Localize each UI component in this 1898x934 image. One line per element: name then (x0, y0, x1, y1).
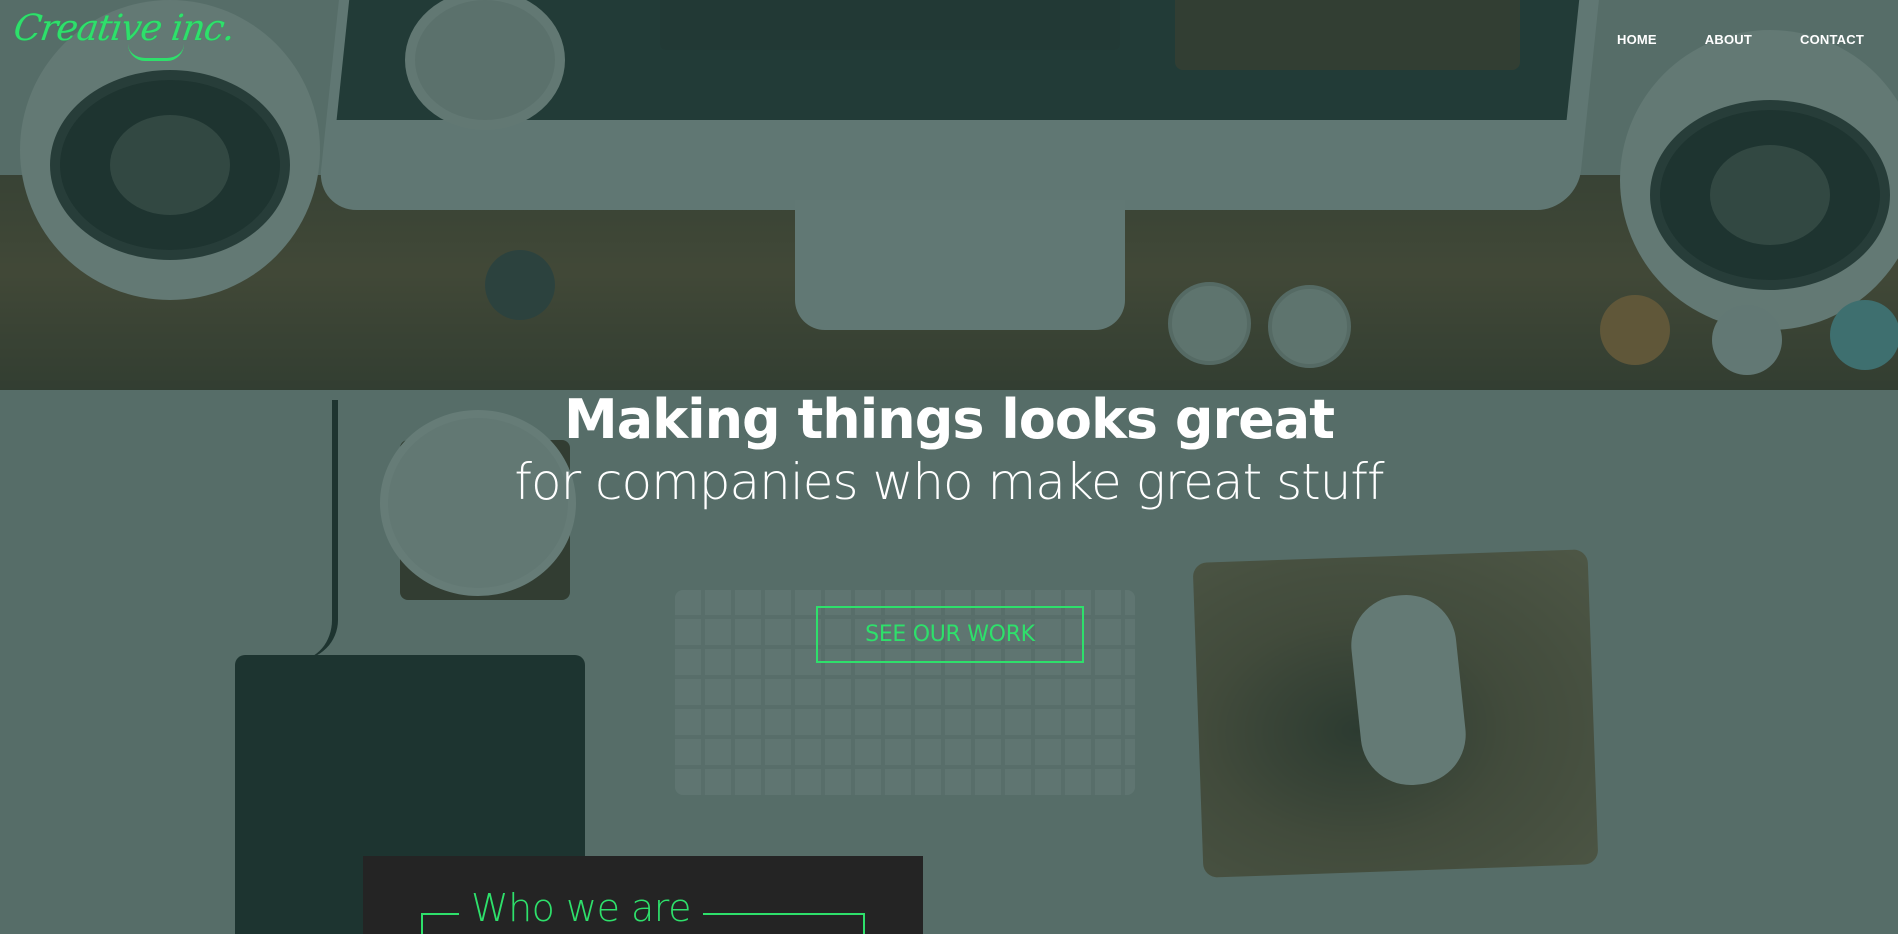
who-we-are-heading: Who we are (459, 886, 703, 930)
page: Creative inc. HOME ABOUT CONTACT Making … (0, 0, 1898, 934)
nav-about[interactable]: ABOUT (1705, 32, 1752, 47)
who-we-are-card: Who we are (363, 856, 923, 934)
hero-title: Making things looks great (563, 388, 1335, 451)
see-our-work-button[interactable]: SEE OUR WORK (816, 606, 1084, 663)
hero-subtitle: for companies who make great stuff (514, 453, 1384, 511)
logo[interactable]: Creative inc. (11, 8, 237, 49)
nav-contact[interactable]: CONTACT (1800, 32, 1864, 47)
nav-home[interactable]: HOME (1617, 32, 1657, 47)
main-nav: HOME ABOUT CONTACT (1617, 32, 1864, 47)
logo-swash (128, 44, 184, 61)
